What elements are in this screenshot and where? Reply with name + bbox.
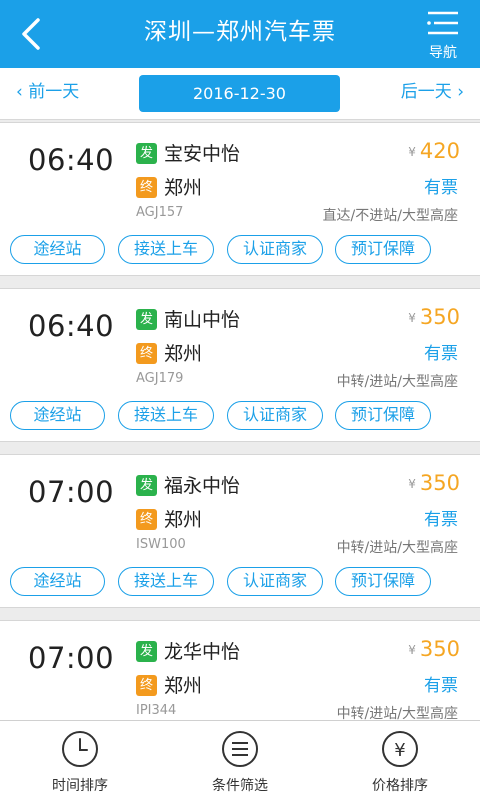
filter-button[interactable]: 条件筛选	[160, 729, 320, 795]
departure-station: 龙华中怡	[164, 641, 241, 663]
filter-label: 条件筛选	[212, 778, 268, 794]
trip-card[interactable]: 06:40 发 南山中怡 终 郑州 AGJ179 ¥350 有票 中转/进站/大…	[0, 288, 480, 442]
nav-menu-button[interactable]: 导航	[420, 10, 466, 64]
filter-list-icon	[222, 731, 258, 767]
trip-card[interactable]: 07:00 发 福永中怡 终 郑州 ISW100 ¥350 有票 中转/进站/大…	[0, 454, 480, 608]
currency-symbol: ¥	[408, 311, 416, 325]
departure-time: 06:40	[28, 309, 115, 343]
price-value: 350	[419, 637, 460, 661]
arrival-badge: 终	[136, 343, 157, 364]
tag-pickup[interactable]: 接送上车	[118, 235, 214, 264]
date-picker-button[interactable]: 2016-12-30	[139, 75, 340, 112]
arrival-station: 郑州	[164, 675, 203, 697]
trip-code: AGJ179	[136, 371, 184, 386]
arrival-badge: 终	[136, 509, 157, 530]
departure-time: 07:00	[28, 641, 115, 675]
route-info: 中转/进站/大型高座	[336, 540, 458, 556]
tag-certified[interactable]: 认证商家	[227, 567, 323, 596]
menu-icon	[427, 11, 458, 35]
sort-by-price-label: 价格排序	[372, 778, 428, 794]
route-info: 中转/进站/大型高座	[336, 706, 458, 720]
clock-icon	[62, 731, 98, 767]
availability-status: 有票	[424, 676, 458, 696]
availability-status: 有票	[424, 178, 458, 198]
tag-guarantee[interactable]: 预订保障	[335, 567, 431, 596]
departure-badge: 发	[136, 309, 157, 330]
price-value: 350	[419, 305, 460, 329]
departure-station: 南山中怡	[164, 309, 241, 331]
tag-certified[interactable]: 认证商家	[227, 235, 323, 264]
currency-symbol: ¥	[408, 643, 416, 657]
back-arrow-icon[interactable]	[12, 14, 52, 54]
departure-time: 06:40	[28, 143, 115, 177]
next-day-button[interactable]: 后一天 ›	[401, 80, 464, 104]
trip-list: 06:40 发 宝安中怡 终 郑州 AGJ157 ¥420 有票 直达/不进站/…	[0, 122, 480, 720]
tag-certified[interactable]: 认证商家	[227, 401, 323, 430]
trip-code: IPI344	[136, 703, 177, 718]
trip-code: AGJ157	[136, 205, 184, 220]
route-info: 中转/进站/大型高座	[336, 374, 458, 390]
yen-icon: ¥	[382, 731, 418, 767]
tag-pickup[interactable]: 接送上车	[118, 567, 214, 596]
tag-guarantee[interactable]: 预订保障	[335, 235, 431, 264]
prev-day-button[interactable]: ‹ 前一天	[16, 80, 79, 104]
departure-station: 福永中怡	[164, 475, 241, 497]
price-value: 350	[419, 471, 460, 495]
route-info: 直达/不进站/大型高座	[322, 208, 458, 224]
page-title: 深圳—郑州汽车票	[144, 19, 336, 45]
currency-symbol: ¥	[408, 145, 416, 159]
trip-code: ISW100	[136, 537, 186, 552]
departure-badge: 发	[136, 641, 157, 662]
sort-by-price-button[interactable]: ¥ 价格排序	[320, 729, 480, 795]
tag-via-stations[interactable]: 途经站	[10, 401, 105, 430]
tag-guarantee[interactable]: 预订保障	[335, 401, 431, 430]
ticket-price: ¥420	[408, 139, 460, 163]
ticket-price: ¥350	[408, 471, 460, 495]
arrival-badge: 终	[136, 177, 157, 198]
availability-status: 有票	[424, 344, 458, 364]
currency-symbol: ¥	[408, 477, 416, 491]
ticket-price: ¥350	[408, 637, 460, 661]
app-header: 深圳—郑州汽车票 导航	[0, 0, 480, 68]
yen-glyph: ¥	[394, 740, 405, 761]
arrival-station: 郑州	[164, 343, 203, 365]
ticket-price: ¥350	[408, 305, 460, 329]
tag-via-stations[interactable]: 途经站	[10, 567, 105, 596]
arrival-station: 郑州	[164, 177, 203, 199]
nav-label: 导航	[429, 45, 457, 61]
bottom-toolbar: 时间排序 条件筛选 ¥ 价格排序	[0, 720, 480, 800]
availability-status: 有票	[424, 510, 458, 530]
arrival-station: 郑州	[164, 509, 203, 531]
departure-time: 07:00	[28, 475, 115, 509]
sort-by-time-label: 时间排序	[52, 778, 108, 794]
trip-card[interactable]: 06:40 发 宝安中怡 终 郑州 AGJ157 ¥420 有票 直达/不进站/…	[0, 122, 480, 276]
departure-station: 宝安中怡	[164, 143, 241, 165]
departure-badge: 发	[136, 143, 157, 164]
trip-card[interactable]: 07:00 发 龙华中怡 终 郑州 IPI344 ¥350 有票 中转/进站/大…	[0, 620, 480, 720]
arrival-badge: 终	[136, 675, 157, 696]
tag-via-stations[interactable]: 途经站	[10, 235, 105, 264]
date-bar: ‹ 前一天 2016-12-30 后一天 ›	[0, 68, 480, 120]
tag-pickup[interactable]: 接送上车	[118, 401, 214, 430]
price-value: 420	[419, 139, 460, 163]
sort-by-time-button[interactable]: 时间排序	[0, 729, 160, 795]
departure-badge: 发	[136, 475, 157, 496]
